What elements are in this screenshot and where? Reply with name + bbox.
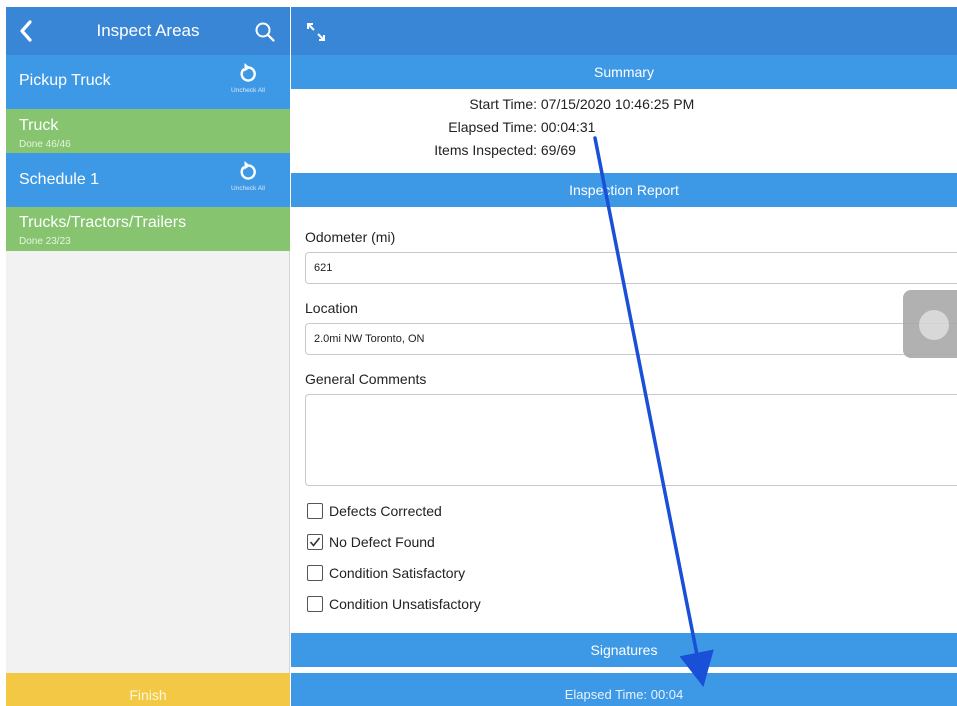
checkbox-label: Condition Unsatisfactory [329,596,481,612]
area-label: Truck [19,117,59,134]
odometer-field[interactable]: 621 [305,252,957,284]
expand-icon [307,23,325,41]
items-inspected-value: 69/69 [540,142,576,158]
right-header [291,7,957,55]
odometer-label: Odometer (mi) [305,229,396,245]
undo-icon [240,161,256,180]
start-time-value: 07/15/2020 10:46:25 PM [540,96,695,112]
items-inspected-label: Items Inspected: [434,142,537,158]
area-row-pickup-truck[interactable]: Pickup Truck Uncheck All [6,55,290,109]
area-row-truck[interactable]: Truck Done 46/46 [6,109,290,153]
inspection-detail-panel: Summary Start Time: 07/15/2020 10:46:25 … [291,7,957,706]
checkbox-condition-satisfactory[interactable]: Condition Satisfactory [307,562,465,584]
location-label: Location [305,300,358,316]
checkmark-icon [309,537,321,547]
checkbox-unchecked-icon[interactable] [307,503,323,519]
checkbox-label: Defects Corrected [329,503,442,519]
elapsed-time-status-bar: Elapsed Time: 00:04 [291,673,957,706]
area-progress: Done 46/46 [19,139,71,150]
uncheck-all-label: Uncheck All [231,185,265,192]
area-row-schedule-1[interactable]: Schedule 1 Uncheck All [6,153,290,207]
general-comments-label: General Comments [305,371,427,387]
start-time-line: Start Time: 07/15/2020 10:46:25 PM [291,96,694,112]
expand-button[interactable] [305,21,327,43]
area-label: Schedule 1 [19,171,100,188]
left-header: Inspect Areas [6,7,290,55]
left-frame-strip [0,0,6,706]
back-button[interactable] [12,17,40,45]
inspection-report-section-header: Inspection Report [291,173,957,207]
elapsed-time-value: 00:04:31 [540,119,596,135]
elapsed-time-line: Elapsed Time: 00:04:31 [291,119,595,135]
uncheck-all-button[interactable]: Uncheck All [220,61,276,101]
uncheck-all-label: Uncheck All [231,87,265,94]
area-row-trucks-tractors-trailers[interactable]: Trucks/Tractors/Trailers Done 23/23 [6,207,290,251]
uncheck-all-button[interactable]: Uncheck All [220,159,276,199]
area-label: Trucks/Tractors/Trailers [19,214,187,231]
items-inspected-line: Items Inspected: 69/69 [291,142,576,158]
start-time-label: Start Time: [469,96,537,112]
summary-section-header: Summary [291,55,957,89]
top-frame-strip [0,0,957,7]
search-icon [255,22,275,42]
inspect-areas-panel: Inspect Areas Pickup Truck Uncheck All T… [6,7,290,706]
elapsed-time-label: Elapsed Time: [448,119,537,135]
search-button[interactable] [252,19,278,45]
checkbox-defects-corrected[interactable]: Defects Corrected [307,500,442,522]
assistive-touch-icon [919,310,949,340]
undo-icon [240,63,256,82]
checkbox-condition-unsatisfactory[interactable]: Condition Unsatisfactory [307,593,481,615]
checkbox-unchecked-icon[interactable] [307,565,323,581]
area-progress: Done 23/23 [19,236,71,247]
left-header-title: Inspect Areas [96,21,200,40]
finish-button[interactable]: Finish [6,673,290,706]
checkbox-label: No Defect Found [329,534,435,550]
signatures-section-header: Signatures [291,633,957,667]
checkbox-unchecked-icon[interactable] [307,596,323,612]
checkbox-checked-icon[interactable] [307,534,323,550]
location-field[interactable]: 2.0mi NW Toronto, ON [305,323,957,355]
area-label: Pickup Truck [19,72,111,89]
checkbox-label: Condition Satisfactory [329,565,466,581]
chevron-left-icon [20,20,32,42]
checkbox-no-defect-found[interactable]: No Defect Found [307,531,435,553]
assistive-touch-button[interactable] [903,290,957,358]
general-comments-textarea[interactable] [305,394,957,486]
